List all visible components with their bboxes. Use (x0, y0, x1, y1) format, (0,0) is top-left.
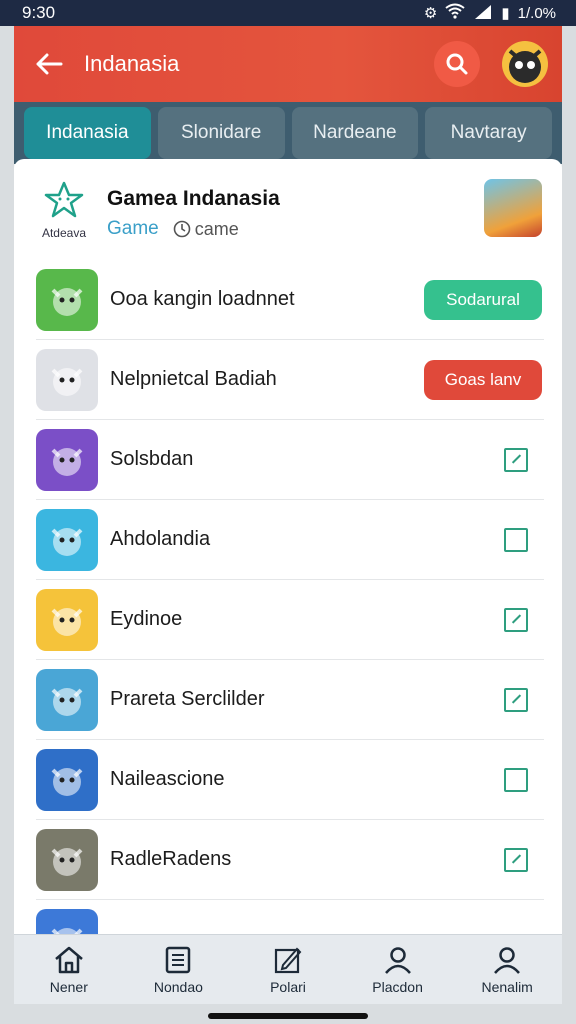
list-item[interactable]: Nelpnietcal Badiah Goas lanv (36, 340, 544, 420)
fox-game-icon (36, 508, 98, 571)
list-item[interactable]: Ahdolandia (36, 500, 544, 580)
status-icons: ⚙ ▮ 1/.0% (424, 3, 556, 23)
header-meta: came (173, 219, 239, 240)
nav-label-edit: Polari (270, 978, 306, 995)
tab-nardeane[interactable]: Nardeane (291, 107, 419, 159)
list-item-label: Solsbdan (110, 448, 194, 470)
golden-beast-game-icon (36, 828, 98, 891)
signal-icon (473, 3, 493, 23)
nav-label-profile: Placdon (372, 978, 423, 995)
home-icon (54, 946, 83, 973)
list-item-action-button[interactable]: Sodarural (424, 279, 542, 320)
list-item[interactable]: Eydinoe (36, 580, 544, 660)
back-arrow-icon[interactable] (30, 45, 68, 83)
adventurer-game-icon (36, 668, 98, 731)
search-icon (446, 53, 468, 75)
nav-item-edit[interactable]: Polari (233, 935, 343, 1004)
tab-navtaray[interactable]: Navtaray (425, 107, 552, 159)
header-subtitle: Game came (107, 218, 239, 240)
nav-item-account[interactable]: Nenalim (452, 935, 562, 1004)
list-item-checkbox[interactable] (504, 767, 528, 792)
app-bar: Indanasia (14, 26, 562, 102)
list-item[interactable]: Prareta Serclilder (36, 660, 544, 740)
list-item-checkbox[interactable] (504, 527, 528, 552)
game-list: Ooa kangin loadnnet Sodarural Nelpnietcal … (14, 260, 562, 980)
list-item-label: RadleRadens (110, 848, 232, 870)
list-item-label: Naileascione (110, 768, 225, 790)
content-card: Atdeava Gamea Indanasia Game came Ooa ka… (14, 159, 562, 971)
wifi-icon (445, 3, 465, 23)
list-item-checkbox[interactable] (504, 687, 528, 712)
list-item-label: Eydinoe (110, 608, 183, 630)
profile-icon (384, 946, 411, 974)
nav-item-news[interactable]: Nondao (124, 935, 234, 1004)
list-item[interactable]: RadleRadens (36, 820, 544, 900)
nav-item-home[interactable]: Nener (14, 935, 124, 1004)
list-item-label: Nelpnietcal Badiah (110, 368, 277, 390)
cat-game-icon (36, 268, 98, 331)
status-time: 9:30 (22, 3, 56, 22)
list-item-checkbox[interactable] (504, 447, 528, 472)
battery-icon: ▮ (501, 5, 510, 22)
nfc-icon: ⚙ (423, 5, 438, 22)
search-button[interactable] (434, 41, 480, 87)
logo-caption: Atdeava (41, 226, 87, 240)
nav-label-news: Nondao (153, 978, 203, 995)
list-item[interactable]: Ooa kangin loadnnet Sodarural (36, 260, 544, 340)
list-item-label: Prareta Serclilder (110, 688, 265, 710)
avatar[interactable] (502, 41, 548, 87)
edit-icon (274, 947, 302, 973)
news-icon (166, 946, 191, 973)
list-item[interactable]: Solsbdan (36, 420, 544, 500)
status-bar: 9:30 ⚙ ▮ 1/.0% (0, 0, 576, 26)
game-label[interactable]: Game (107, 218, 159, 240)
ninja-game-icon (36, 428, 98, 491)
account-icon (494, 946, 521, 974)
list-item[interactable]: Naileascione (36, 740, 544, 820)
wizard-game-icon (36, 748, 98, 811)
star-logo-icon (44, 181, 84, 218)
app-title: Indanasia (84, 51, 180, 76)
nav-item-profile[interactable]: Placdon (343, 935, 453, 1004)
list-item-label: Ooa kangin loadnnet (110, 288, 295, 310)
page-title: Gamea Indanasia (107, 187, 280, 210)
tab-bar: Indanasia Slonidare Nardeane Navtaray (14, 102, 562, 164)
clock-icon (173, 220, 191, 238)
card-header: Atdeava Gamea Indanasia Game came (14, 159, 562, 255)
home-indicator[interactable] (208, 1013, 368, 1019)
list-item-action-button[interactable]: Goas lanv (424, 359, 542, 400)
nav-label-account: Nenalim (481, 978, 533, 995)
list-item-checkbox[interactable] (504, 607, 528, 632)
app-frame: Indanasia Indanasia Slonidare Nardeane N… (14, 26, 562, 1004)
dragon-game-icon (36, 588, 98, 651)
nav-label-home: Nener (49, 978, 88, 995)
list-item-label: Ahdolandia (110, 528, 211, 550)
battery-percent: 1/.0% (517, 4, 556, 22)
header-meta-text: came (194, 218, 239, 239)
featured-game-thumbnail[interactable] (484, 179, 542, 237)
tab-indanasia[interactable]: Indanasia (24, 107, 151, 159)
tab-slonidare[interactable]: Slonidare (157, 107, 285, 159)
bottom-nav: Nener Nondao Polari Placdon Nenalim (14, 934, 562, 1004)
list-item-checkbox[interactable] (504, 847, 528, 872)
brand-logo: Atdeava (28, 181, 100, 241)
capsule-icon (36, 348, 98, 411)
